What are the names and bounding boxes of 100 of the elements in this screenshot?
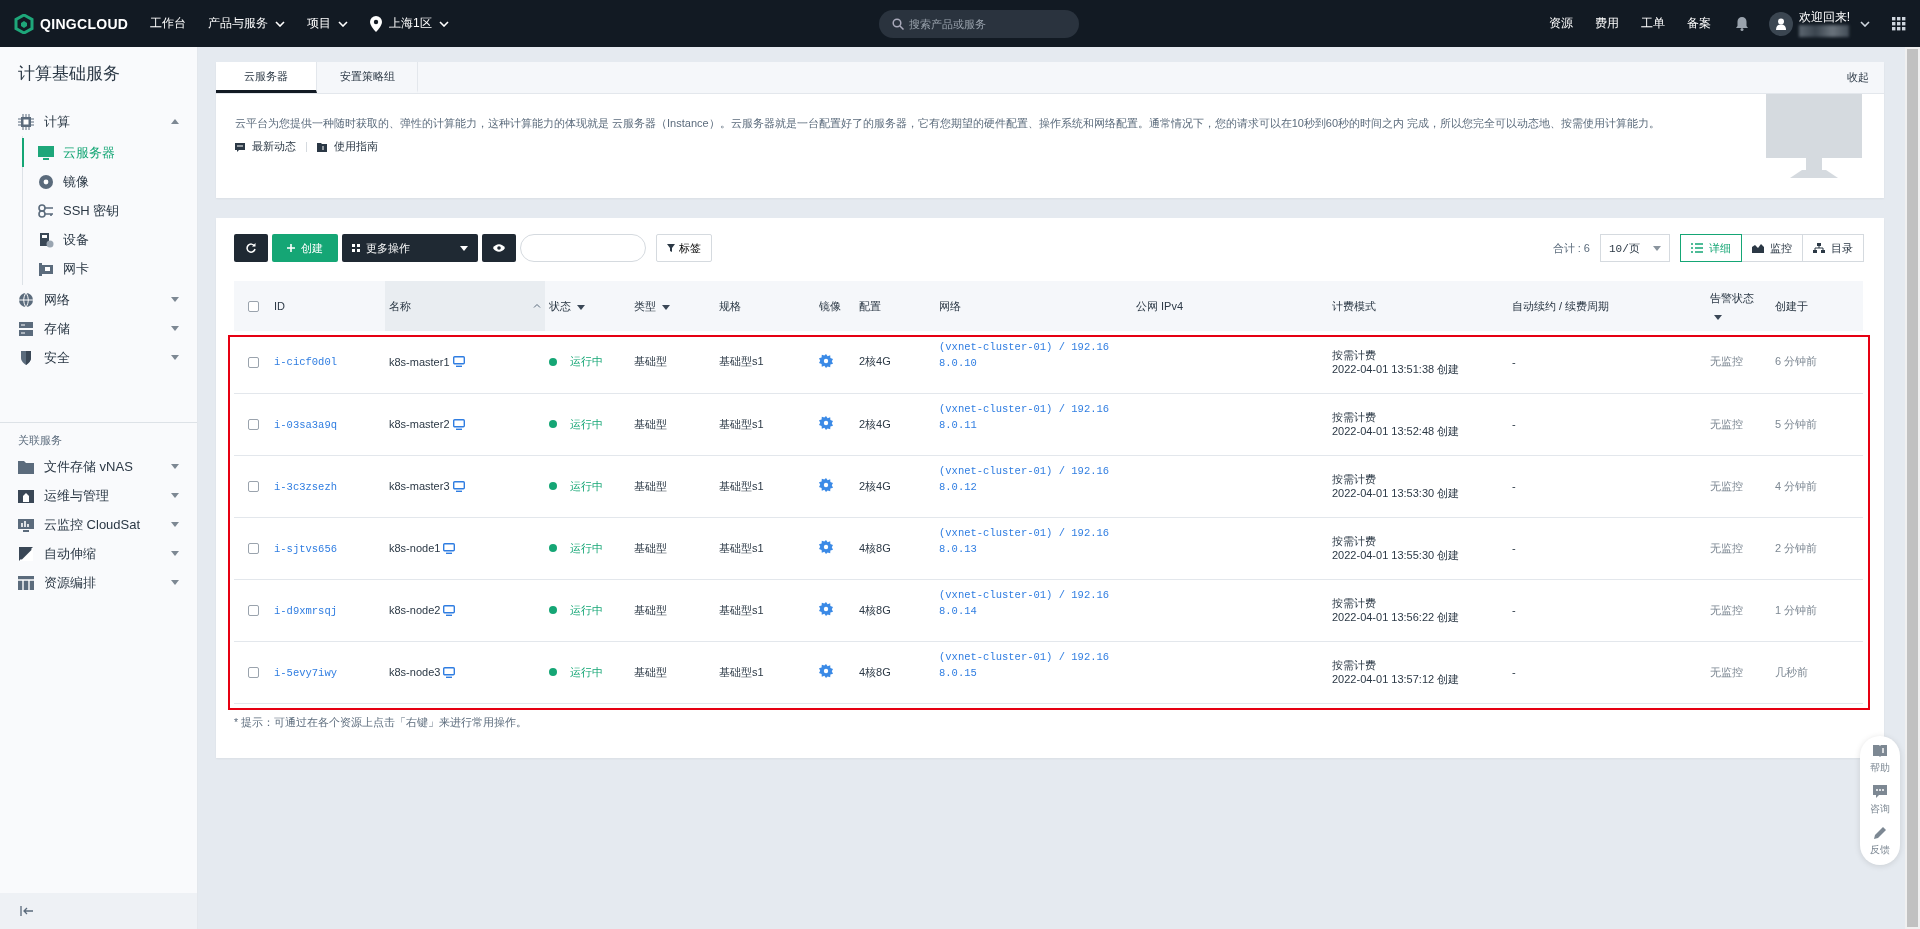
tab[interactable]: 云服务器 xyxy=(216,62,317,93)
instance-id-link[interactable]: i-sjtvs656 xyxy=(274,542,337,555)
help-menu-item[interactable]: 咨询 xyxy=(1870,785,1890,816)
network-link[interactable]: (vxnet-cluster-01) / 192.168.0.13 xyxy=(939,525,1110,557)
column-header[interactable]: 配置 xyxy=(859,299,881,312)
tag-filter-button[interactable]: 标签 xyxy=(656,234,712,262)
help-menu-item[interactable]: 反馈 xyxy=(1870,826,1890,857)
sidebar-group[interactable]: 云监控 CloudSat xyxy=(0,510,197,539)
network-link[interactable]: (vxnet-cluster-01) / 192.168.0.11 xyxy=(939,401,1110,433)
column-header[interactable]: 网络 xyxy=(939,299,961,312)
sidebar-group[interactable]: 自动伸缩 xyxy=(0,539,197,568)
instance-id-link[interactable]: i-5evy7iwy xyxy=(274,666,337,679)
network-link[interactable]: (vxnet-cluster-01) / 192.168.0.14 xyxy=(939,587,1110,619)
category-icon xyxy=(18,349,34,366)
column-header[interactable]: 计费模式 xyxy=(1332,299,1376,312)
guide-link[interactable]: 最新动态 xyxy=(235,139,296,154)
created-time: 2022-04-01 13:52:48 创建 xyxy=(1332,424,1461,438)
column-header[interactable]: 告警状态 xyxy=(1710,291,1754,304)
sidebar-item[interactable]: 网卡 xyxy=(22,254,197,283)
table-cell: 2核4G xyxy=(859,479,891,492)
visibility-button[interactable] xyxy=(482,234,516,262)
sidebar-group[interactable]: 计算 xyxy=(0,107,197,136)
monitor-icon[interactable] xyxy=(452,418,465,430)
column-header[interactable]: 镜像 xyxy=(819,299,841,312)
sidebar-group[interactable]: 资源编排 xyxy=(0,568,197,597)
monitor-icon[interactable] xyxy=(452,480,465,492)
caret-down-icon xyxy=(1714,314,1722,320)
instance-id-link[interactable]: i-cicf0d0l xyxy=(274,356,337,369)
help-item-icon xyxy=(1873,826,1887,840)
table-cell: 基础型s1 xyxy=(719,417,764,430)
search-field[interactable] xyxy=(520,234,646,262)
column-header[interactable]: ID xyxy=(274,300,285,312)
sidebar-group[interactable]: 安全 xyxy=(0,343,197,372)
checkbox[interactable] xyxy=(248,481,259,493)
view-toggle[interactable]: 目录 xyxy=(1802,234,1864,262)
status-dot-icon xyxy=(549,668,557,676)
top-link[interactable]: 资源 xyxy=(1548,15,1573,32)
sidebar-item[interactable]: SSH 密钥 xyxy=(22,196,197,225)
column-header[interactable]: 自动续约 / 续费周期 xyxy=(1512,299,1610,312)
collapse-sidebar-icon[interactable] xyxy=(20,906,34,916)
guide-link[interactable]: 使用指南 xyxy=(317,139,378,154)
tab[interactable]: 安置策略组 xyxy=(317,62,418,93)
page-size-select[interactable]: 10/页 xyxy=(1600,234,1670,262)
avatar[interactable] xyxy=(1768,11,1793,36)
created-age: 5 分钟前 xyxy=(1775,417,1818,430)
table-cell: - xyxy=(1512,355,1516,368)
gear-icon xyxy=(819,416,833,430)
checkbox[interactable] xyxy=(248,605,259,617)
table-cell: - xyxy=(1512,542,1516,554)
column-header[interactable]: 状态 xyxy=(549,299,571,312)
instance-id-link[interactable]: i-3c3zsezh xyxy=(274,480,337,493)
refresh-button[interactable] xyxy=(234,234,268,262)
nav-menu-item[interactable]: 项目 xyxy=(307,15,348,32)
billing-mode: 按需计费 xyxy=(1332,347,1377,362)
monitor-icon[interactable] xyxy=(452,356,465,368)
checkbox[interactable] xyxy=(248,543,259,555)
top-link[interactable]: 费用 xyxy=(1594,15,1619,32)
column-header[interactable]: 规格 xyxy=(719,299,741,312)
nav-menu-item[interactable]: 工作台 xyxy=(150,15,186,32)
collapse-link[interactable]: 收起 xyxy=(1847,70,1884,85)
nav-menu-item[interactable]: 产品与服务 xyxy=(208,15,285,32)
column-header[interactable]: 公网 IPv4 xyxy=(1136,299,1184,312)
checkbox[interactable] xyxy=(248,667,259,679)
checkbox[interactable] xyxy=(248,419,259,431)
status-text: 运行中 xyxy=(570,354,603,370)
column-header[interactable]: 创建于 xyxy=(1775,299,1808,312)
network-link[interactable]: (vxnet-cluster-01) / 192.168.0.15 xyxy=(939,649,1110,681)
network-link[interactable]: (vxnet-cluster-01) / 192.168.0.10 xyxy=(939,338,1110,371)
sidebar-group[interactable]: 网络 xyxy=(0,285,197,314)
monitor-icon[interactable] xyxy=(443,542,456,554)
search-field[interactable]: 搜索产品或服务 xyxy=(878,9,1079,38)
logo-text[interactable]: QINGCLOUD xyxy=(40,15,129,32)
view-toggle[interactable]: 监控 xyxy=(1741,234,1803,262)
checkbox[interactable] xyxy=(248,357,259,369)
sidebar-group[interactable]: 存储 xyxy=(0,314,197,343)
top-link[interactable]: 工单 xyxy=(1640,15,1665,32)
created-age: 6 分钟前 xyxy=(1775,355,1818,368)
help-menu-item[interactable]: 帮助 xyxy=(1870,744,1890,775)
chevron-down-icon xyxy=(1860,20,1870,27)
checkbox[interactable] xyxy=(248,301,259,313)
column-header[interactable]: 名称 xyxy=(389,299,411,312)
bell-icon[interactable] xyxy=(1734,16,1749,31)
monitor-icon[interactable] xyxy=(443,666,456,678)
monitor-icon[interactable] xyxy=(443,604,456,616)
caret-down-icon xyxy=(460,245,468,251)
scrollbar[interactable] xyxy=(1905,47,1920,929)
sidebar-item[interactable]: 设备 xyxy=(22,225,197,254)
alarm-status: 无监控 xyxy=(1710,541,1743,554)
nav-menu-item[interactable]: 上海1区 xyxy=(370,15,449,32)
network-link[interactable]: (vxnet-cluster-01) / 192.168.0.12 xyxy=(939,463,1110,495)
instance-id-link[interactable]: i-03sa3a9q xyxy=(274,418,337,431)
sidebar-group[interactable]: 文件存储 vNAS xyxy=(0,452,197,481)
chevron-down-icon xyxy=(438,20,449,27)
sidebar-group[interactable]: 运维与管理 xyxy=(0,481,197,510)
apps-grid-icon[interactable] xyxy=(1892,16,1906,31)
sidebar-item[interactable]: 镜像 xyxy=(22,167,197,196)
instance-id-link[interactable]: i-d9xmrsqj xyxy=(274,604,337,617)
column-header[interactable]: 类型 xyxy=(634,299,656,312)
more-actions-dropdown[interactable]: 更多操作 xyxy=(342,234,478,262)
top-link[interactable]: 备案 xyxy=(1686,15,1711,32)
